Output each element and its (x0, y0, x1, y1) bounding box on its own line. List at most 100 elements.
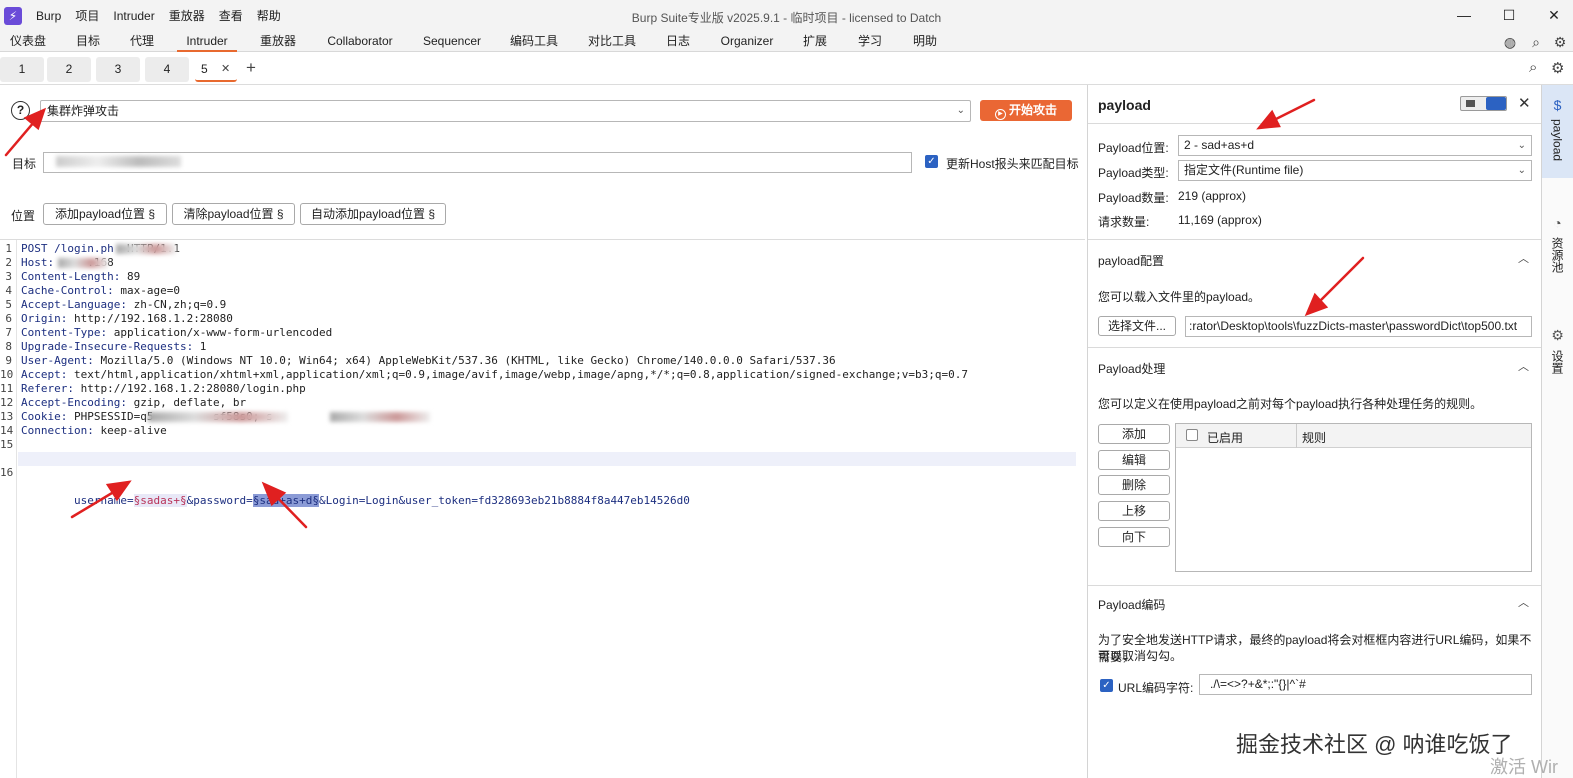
layout-toggle[interactable] (1460, 96, 1507, 111)
title-bar: ⚡ Burp 项目 Intruder 重放器 查看 帮助 Burp Suite专… (0, 0, 1573, 31)
url-encode-checkbox[interactable]: ✓ (1100, 679, 1113, 692)
tab-help[interactable]: 明助 (907, 31, 943, 52)
tab-intruder[interactable]: Intruder (177, 31, 237, 52)
url-encode-chars-input[interactable]: ./\=<>?+&*;:"{}|^`# (1199, 674, 1532, 695)
tab-organizer[interactable]: Organizer (716, 31, 778, 52)
main-tab-bar: 仪表盘 目标 代理 Intruder 重放器 Collaborator Sequ… (0, 31, 1573, 52)
line-number: 6 (5, 312, 12, 325)
line-number: 3 (5, 270, 12, 283)
payload-type-select[interactable]: 指定文件(Runtime file) ⌄ (1178, 160, 1532, 181)
request-count-label: 请求数量: (1098, 215, 1150, 229)
chevron-down-icon: ⌄ (956, 105, 965, 116)
play-icon: ▶ (994, 109, 1006, 120)
add-payload-position-button[interactable]: 添加payload位置 § (43, 203, 167, 225)
attack-type-value: 集群炸弹攻击 (47, 104, 120, 118)
tab-target[interactable]: 目标 (66, 31, 110, 52)
line-number: 9 (5, 354, 12, 367)
menu-project[interactable]: 项目 (75, 7, 99, 24)
header-value: http://192.168.1.2:28080 (67, 312, 233, 325)
payload-panel: payload ✕ Payload位置: 2 - sad+as+d ⌄ Payl… (1087, 85, 1542, 778)
choose-file-button[interactable]: 选择文件... (1098, 316, 1176, 336)
close-icon[interactable]: ✕ (1539, 4, 1569, 26)
rules-table[interactable]: 已启用 规则 (1175, 423, 1532, 572)
watermark: 掘金技术社区 @ 呐谁吃饭了 (1236, 732, 1513, 757)
gear-icon: ⚙ (1551, 327, 1564, 343)
select-all-checkbox[interactable] (1186, 429, 1198, 441)
payload-config-desc: 您可以载入文件里的payload。 (1098, 290, 1261, 304)
rule-delete-button[interactable]: 删除 (1098, 475, 1170, 495)
menu-repeater[interactable]: 重放器 (169, 7, 205, 24)
header-name: POST /login.ph (21, 242, 114, 255)
request-count-value: 11,169 (approx) (1178, 213, 1262, 227)
payload-marker-2[interactable]: §sad+as+d§ (252, 494, 320, 507)
chevron-up-icon[interactable]: ︿ (1518, 594, 1529, 610)
payload-marker-1[interactable]: §sadas+§ (133, 494, 187, 507)
tab-dashboard[interactable]: 仪表盘 (5, 31, 51, 52)
minimize-icon[interactable]: — (1449, 4, 1479, 26)
tab-repeater[interactable]: 重放器 (252, 31, 304, 52)
header-name: Origin: (21, 312, 68, 325)
payload-position-select[interactable]: 2 - sad+as+d ⌄ (1178, 135, 1532, 156)
rule-move-up-button[interactable]: 上移 (1098, 501, 1170, 521)
redacted-text (148, 412, 288, 422)
payload-count-label: Payload数量: (1098, 191, 1169, 205)
intruder-tab-1[interactable]: 1 (0, 57, 44, 82)
chevron-up-icon[interactable]: ︿ (1518, 358, 1529, 374)
header-name: Accept: (21, 368, 68, 381)
auto-add-payload-position-button[interactable]: 自动添加payload位置 § (300, 203, 446, 225)
redacted-target (56, 156, 181, 167)
tab-proxy[interactable]: 代理 (120, 31, 164, 52)
start-attack-label: 开始攻击 (1008, 103, 1057, 117)
globe-icon[interactable]: ◍ (1501, 33, 1519, 51)
start-attack-button[interactable]: ▶ 开始攻击 (980, 100, 1072, 121)
header-value: keep-alive (93, 424, 167, 437)
tab-sequencer[interactable]: Sequencer (418, 31, 486, 52)
rule-edit-button[interactable]: 编辑 (1098, 450, 1170, 470)
close-panel-icon[interactable]: ✕ (1518, 94, 1531, 112)
intruder-tab-3[interactable]: 3 (96, 57, 140, 82)
rule-add-button[interactable]: 添加 (1098, 424, 1170, 444)
line-number: 2 (5, 256, 12, 269)
header-value: max-age=0 (113, 284, 180, 297)
intruder-tab-5[interactable]: 5 ✕ (195, 57, 237, 82)
header-name: Host: (21, 256, 55, 269)
rule-move-down-button[interactable]: 向下 (1098, 527, 1170, 547)
tab-decoder[interactable]: 编码工具 (505, 31, 563, 52)
clear-payload-position-button[interactable]: 清除payload位置 § (172, 203, 295, 225)
chevron-up-icon[interactable]: ︿ (1518, 250, 1529, 266)
tab-comparer[interactable]: 对比工具 (583, 31, 641, 52)
divider (1088, 585, 1542, 586)
tab-learn[interactable]: 学习 (852, 31, 888, 52)
sidebar-tab-payload[interactable]: $ payload (1542, 85, 1573, 178)
header-value: 89 (120, 270, 141, 283)
maximize-icon[interactable]: ☐ (1494, 4, 1524, 26)
menu-view[interactable]: 查看 (219, 7, 243, 24)
search-icon[interactable]: ⌕ (1529, 59, 1537, 76)
request-editor[interactable]: 1POST /login.ph HTTP/1.12Host: .1683Cont… (0, 239, 1085, 778)
file-path-input[interactable]: :rator\Desktop\tools\fuzzDicts-master\pa… (1185, 316, 1532, 337)
menu-burp[interactable]: Burp (36, 9, 61, 23)
tab-collaborator[interactable]: Collaborator (322, 31, 398, 52)
tab-logger[interactable]: 日志 (660, 31, 696, 52)
current-line-highlight (18, 452, 1076, 466)
search-icon[interactable]: ⌕ (1527, 33, 1545, 51)
intruder-tab-2[interactable]: 2 (47, 57, 91, 82)
right-sidebar: $ payload ◔ 资源池 ⚙ 设置 (1541, 85, 1573, 778)
header-value: http://192.168.1.2:28080/login.php (73, 382, 306, 395)
intruder-tab-4[interactable]: 4 (145, 57, 189, 82)
line-number: 14 (0, 424, 14, 437)
attack-type-select[interactable]: 集群炸弹攻击 ⌄ (40, 100, 971, 122)
header-value: application/x-www-form-urlencoded (107, 326, 333, 339)
menu-intruder[interactable]: Intruder (113, 9, 154, 23)
update-host-checkbox[interactable]: ✓ (925, 155, 938, 168)
help-icon[interactable]: ? (11, 101, 30, 120)
gear-icon[interactable]: ⚙ (1551, 33, 1569, 51)
sidebar-tab-resource-pool[interactable]: ◔ 资源池 (1542, 215, 1573, 295)
close-tab-icon[interactable]: ✕ (221, 57, 230, 82)
menu-help[interactable]: 帮助 (257, 7, 281, 24)
sidebar-tab-settings[interactable]: ⚙ 设置 (1542, 327, 1573, 397)
gear-icon[interactable]: ⚙ (1551, 59, 1564, 77)
divider (1088, 347, 1542, 348)
tab-extensions[interactable]: 扩展 (797, 31, 833, 52)
add-tab-icon[interactable]: + (246, 58, 256, 78)
